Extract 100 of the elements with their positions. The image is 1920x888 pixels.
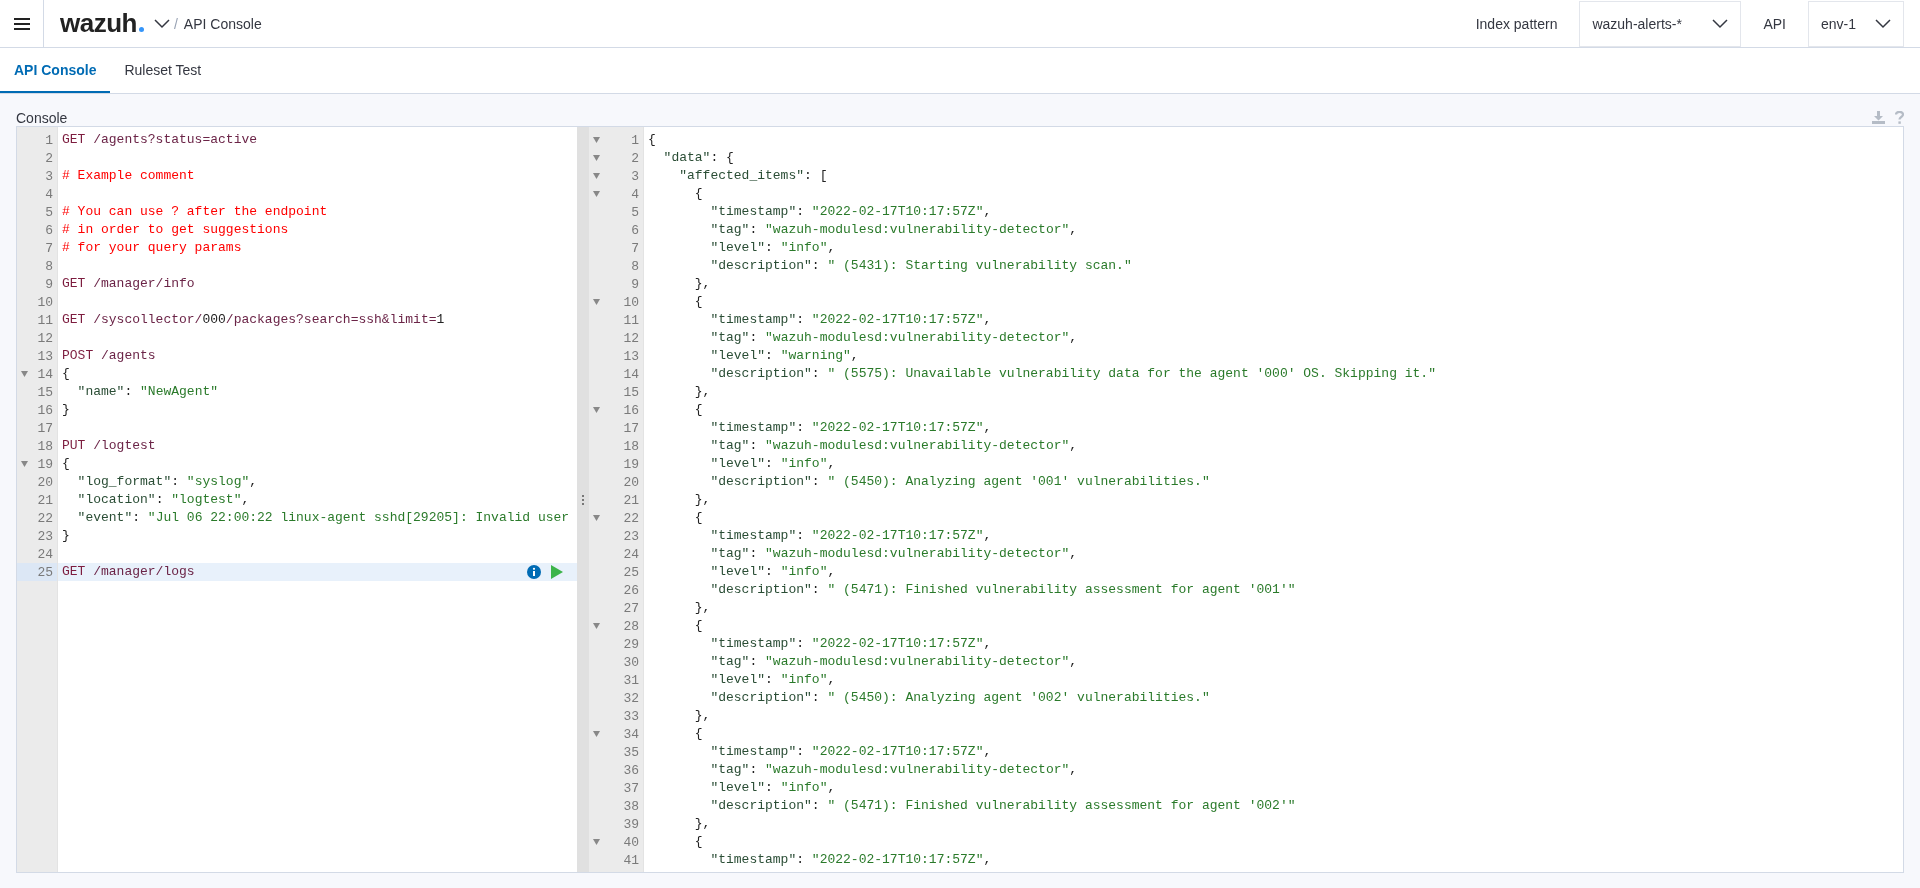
code-line: GET /manager/info — [62, 275, 195, 293]
code-line: }, — [693, 815, 711, 833]
fold-arrow-icon[interactable] — [593, 155, 600, 161]
index-pattern-select[interactable]: wazuh-alerts-* — [1579, 0, 1742, 47]
line-number: 5 — [45, 204, 53, 220]
chevron-down-icon[interactable] — [153, 18, 170, 29]
line-number: 26 — [623, 582, 639, 598]
line-number: 7 — [631, 240, 639, 256]
code-line: "timestamp": "2022-02-17T10:17:57Z", — [709, 311, 992, 329]
line-number: 20 — [37, 474, 53, 490]
line-number: 37 — [623, 780, 639, 796]
line-number: 15 — [37, 384, 53, 400]
code-line: "log_format": "syslog", — [76, 473, 258, 491]
tab[interactable]: Ruleset Test — [110, 48, 216, 93]
code-line: "timestamp": "2022-02-17T10:17:57Z", — [709, 743, 992, 761]
code-line: POST /agents — [62, 347, 156, 365]
code-line: } — [62, 401, 70, 419]
fold-arrow-icon[interactable] — [593, 623, 600, 629]
api-select[interactable]: env-1 — [1808, 0, 1904, 47]
code-line: "timestamp": "2022-02-17T10:17:57Z", — [709, 635, 992, 653]
code-line: "tag": "wazuh-modulesd:vulnerability-detector", — [709, 437, 1078, 455]
help-icon[interactable] — [1895, 111, 1904, 124]
api-label: API — [1763, 15, 1786, 32]
line-number: 24 — [37, 546, 53, 562]
code-line: "tag": "wazuh-modulesd:vulnerability-detector", — [709, 329, 1078, 347]
code-line: "tag": "wazuh-modulesd:vulnerability-detector", — [709, 761, 1078, 779]
fold-arrow-icon[interactable] — [593, 137, 600, 143]
code-line: "level": "info", — [709, 671, 836, 689]
code-line: }, — [693, 707, 711, 725]
line-number: 27 — [623, 600, 639, 616]
line-number: 1 — [45, 132, 53, 148]
line-number: 10 — [623, 294, 639, 310]
info-icon[interactable] — [527, 565, 541, 579]
fold-arrow-icon[interactable] — [593, 407, 600, 413]
code-line: GET /syscollector/000/packages?search=ssh&limit=1 — [62, 311, 445, 329]
line-number: 13 — [37, 348, 53, 364]
code-line: "event": "Jul 06 22:00:22 linux-agent sshd[29205]: Invalid user — [76, 509, 570, 527]
code-line: # in order to get suggestions — [62, 221, 289, 239]
code-line: { — [648, 131, 656, 149]
chevron-down-icon[interactable] — [1712, 18, 1729, 29]
line-number: 34 — [623, 726, 639, 742]
code-line: PUT /logtest — [62, 437, 156, 455]
code-line: "affected_items": [ — [678, 167, 828, 185]
line-number: 25 — [623, 564, 639, 580]
tab[interactable]: API Console — [0, 48, 111, 93]
code-line: "level": "info", — [709, 563, 836, 581]
line-number: 1 — [631, 132, 639, 148]
line-number: 2 — [45, 150, 53, 166]
line-number: 21 — [623, 492, 639, 508]
chevron-down-icon[interactable] — [1875, 18, 1891, 29]
fold-arrow-icon[interactable] — [593, 839, 600, 845]
play-icon[interactable] — [551, 565, 563, 579]
breadcrumb-separator: / — [173, 15, 178, 32]
console-title: Console — [16, 110, 68, 126]
line-number: 9 — [45, 276, 53, 292]
fold-arrow-icon[interactable] — [21, 461, 28, 467]
logo-dot-icon — [138, 27, 144, 32]
line-number: 12 — [37, 330, 53, 346]
code-line: } — [62, 527, 70, 545]
line-number: 25 — [37, 564, 53, 580]
line-number: 15 — [623, 384, 639, 400]
line-number: 18 — [623, 438, 639, 454]
split-handle[interactable] — [577, 127, 589, 872]
code-line: "level": "info", — [709, 779, 836, 797]
line-number: 2 — [631, 150, 639, 166]
code-line: { — [693, 293, 703, 311]
code-line: GET /manager/logs — [62, 563, 195, 581]
line-number: 16 — [37, 402, 53, 418]
line-number: 6 — [45, 222, 53, 238]
menu-icon — [13, 17, 30, 30]
line-number: 14 — [37, 366, 53, 382]
line-number: 39 — [623, 816, 639, 832]
line-number: 6 — [631, 222, 639, 238]
code-line: GET /agents?status=active — [62, 131, 258, 149]
code-line: "description": " (5471): Finished vulnerability assessment for agent '002'" — [709, 797, 1296, 815]
line-number: 13 — [623, 348, 639, 364]
code-line: "tag": "wazuh-modulesd:vulnerability-detector", — [709, 545, 1078, 563]
code-line: "description": " (5431): Starting vulnerability scan." — [709, 257, 1132, 275]
code-line: "timestamp": "2022-02-17T10:17:57Z", — [709, 203, 992, 221]
fold-arrow-icon[interactable] — [593, 515, 600, 521]
line-number: 17 — [37, 420, 53, 436]
line-number: 14 — [623, 366, 639, 382]
line-number: 5 — [631, 204, 639, 220]
code-line: "tag": "wazuh-modulesd:vulnerability-detector", — [709, 221, 1078, 239]
download-icon[interactable] — [1872, 111, 1885, 124]
code-line: { — [693, 401, 703, 419]
code-line: "timestamp": "2022-02-17T10:17:57Z", — [709, 527, 992, 545]
line-number: 3 — [45, 168, 53, 184]
fold-arrow-icon[interactable] — [21, 371, 28, 377]
code-line: { — [693, 833, 703, 851]
code-line: { — [693, 185, 703, 203]
fold-arrow-icon[interactable] — [593, 173, 600, 179]
line-number: 10 — [37, 294, 53, 310]
line-number: 4 — [45, 186, 53, 202]
code-line: }, — [693, 491, 711, 509]
fold-arrow-icon[interactable] — [593, 299, 600, 305]
fold-arrow-icon[interactable] — [593, 731, 600, 737]
fold-arrow-icon[interactable] — [593, 191, 600, 197]
logo: wazuh — [60, 8, 137, 39]
code-line: "description": " (5450): Analyzing agent '001' vulnerabilities." — [709, 473, 1210, 491]
